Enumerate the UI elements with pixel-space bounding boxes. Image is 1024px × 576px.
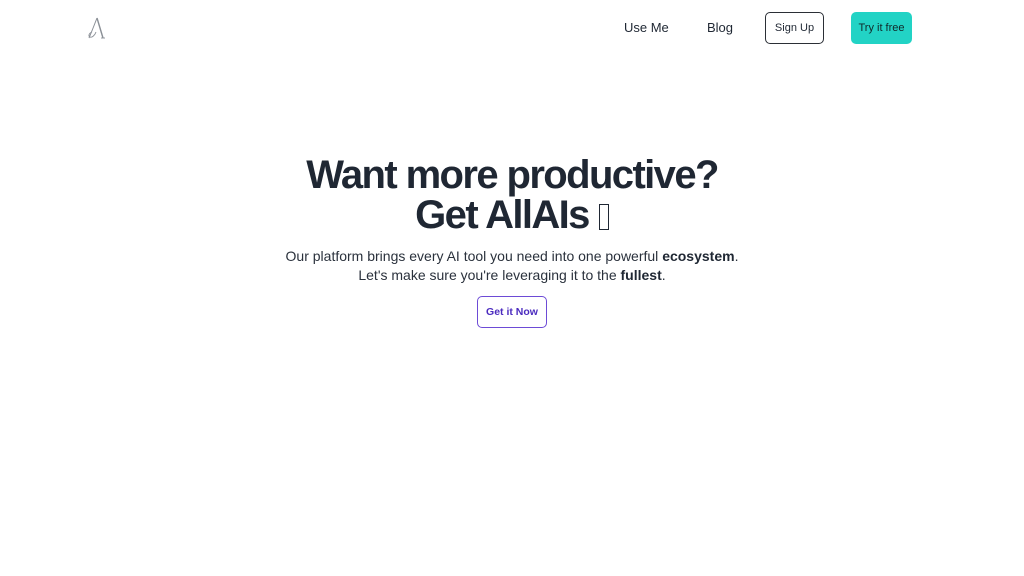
hero-section: Want more productive? Get AllAIs Our pla… xyxy=(0,155,1024,328)
subtitle-emphasis-ecosystem: ecosystem xyxy=(662,248,735,264)
hero-title-line-1: Want more productive? xyxy=(306,153,719,197)
hero-subtitle: Our platform brings every AI tool you ne… xyxy=(0,247,1024,285)
missing-glyph-icon xyxy=(598,204,609,230)
nav-use-me[interactable]: Use Me xyxy=(624,18,669,38)
logo-icon[interactable] xyxy=(86,15,106,41)
hero-title-brand: Get AllAIs xyxy=(415,193,590,237)
subtitle-line-1: Our platform brings every AI tool you ne… xyxy=(285,248,739,264)
nav-blog[interactable]: Blog xyxy=(707,18,733,38)
hero-title-line-2: Get AllAIs xyxy=(0,195,1024,235)
subtitle-emphasis-fullest: fullest xyxy=(620,267,662,283)
subtitle-line-2: Let's make sure you're leveraging it to … xyxy=(358,267,666,283)
hero-title: Want more productive? Get AllAIs xyxy=(0,155,1024,235)
sign-up-button[interactable]: Sign Up xyxy=(765,12,824,44)
get-it-now-button[interactable]: Get it Now xyxy=(477,296,547,328)
page: Use Me Blog Sign Up Try it free Want mor… xyxy=(0,0,1024,576)
try-it-free-button[interactable]: Try it free xyxy=(851,12,912,44)
header: Use Me Blog Sign Up Try it free xyxy=(0,0,1024,56)
calligraphic-a-logo-icon xyxy=(88,17,105,39)
